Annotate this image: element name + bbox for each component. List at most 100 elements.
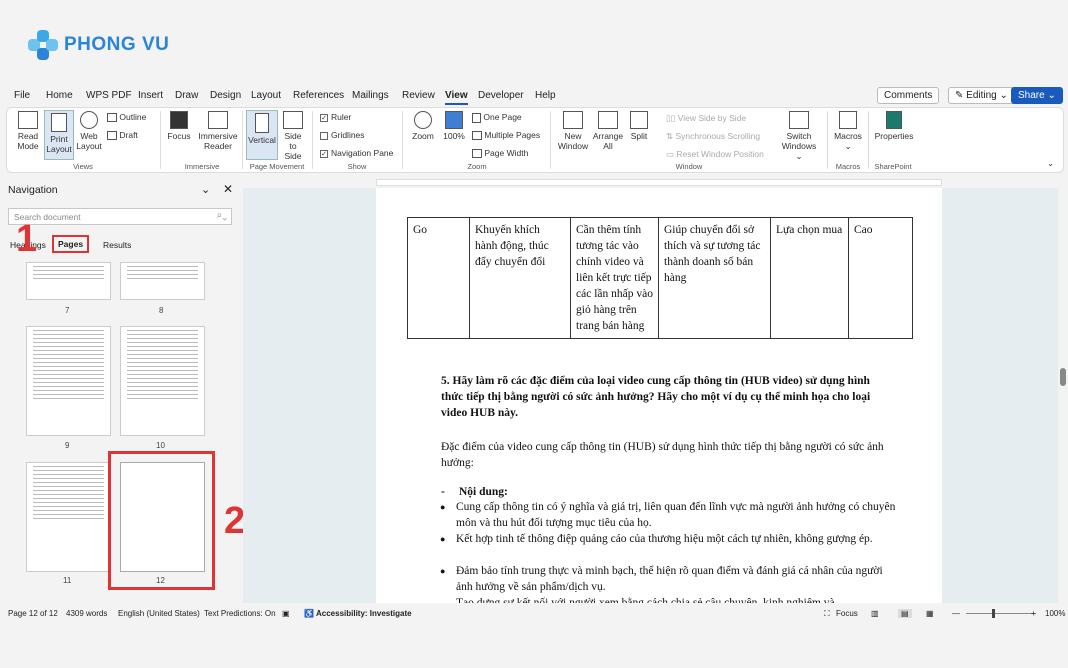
zoom-slider-thumb[interactable] (992, 609, 995, 618)
document-page[interactable]: Go Khuyến khích hành động, thúc đẩy chuy… (376, 188, 942, 603)
tab-developer[interactable]: Developer (478, 90, 524, 101)
bullet-item: Kết hợp tinh tế thông điệp quảng cáo của… (440, 531, 896, 547)
tab-mailings[interactable]: Mailings (352, 90, 389, 101)
draft-icon (107, 131, 117, 141)
accessibility-icon: ♿ (304, 609, 314, 618)
tab-home[interactable]: Home (46, 90, 73, 101)
focus-button[interactable]: Focus (165, 111, 193, 141)
search-input[interactable]: Search document ⌕⌄ (8, 208, 232, 225)
globe-icon (80, 111, 98, 129)
sync-scrolling-button[interactable]: ⇅ Synchronous Scrolling (666, 131, 760, 141)
search-icon[interactable]: ⌕⌄ (217, 210, 227, 221)
tab-review[interactable]: Review (402, 90, 435, 101)
ruler-checkbox[interactable]: ✓ Ruler (320, 112, 351, 122)
tab-design[interactable]: Design (210, 90, 241, 101)
zoom-100-button[interactable]: 100% (441, 111, 467, 141)
page-thumbnail-10[interactable] (120, 326, 205, 436)
tab-references[interactable]: References (293, 90, 344, 101)
multiple-pages-button[interactable]: Multiple Pages (472, 130, 540, 141)
zoom-level[interactable]: 100% (1045, 609, 1065, 618)
page-thumbnail-8[interactable] (120, 262, 205, 300)
outline-label: Outline (119, 112, 147, 122)
focus-icon (170, 111, 188, 129)
vertical-button[interactable]: Vertical (246, 110, 278, 160)
properties-button[interactable]: Properties (873, 111, 915, 141)
accessibility-status[interactable]: Accessibility: Investigate (316, 609, 412, 618)
read-mode-icon[interactable]: ▥ (871, 609, 879, 618)
editing-label: Editing (966, 90, 997, 101)
zoom-slider[interactable] (966, 613, 1036, 614)
print-layout-icon[interactable]: ▤ (898, 609, 912, 618)
horizontal-ruler[interactable] (243, 176, 1068, 188)
page-thumbnail-11[interactable] (26, 462, 111, 572)
tab-file[interactable]: File (14, 90, 30, 101)
draft-button[interactable]: Draft (107, 130, 138, 141)
content-heading: - Nội dung: (441, 484, 909, 500)
tab-wps-pdf[interactable]: WPS PDF (86, 90, 132, 101)
web-layout-button[interactable]: Web Layout (75, 111, 103, 151)
checkbox-unchecked-icon (320, 131, 328, 140)
view-side-by-side-button[interactable]: ▯▯ View Side by Side (666, 113, 746, 123)
page-thumbnail-9[interactable] (26, 326, 111, 436)
page-count[interactable]: Page 12 of 12 (8, 609, 58, 618)
new-window-button[interactable]: New Window (556, 111, 590, 151)
tab-results[interactable]: Results (103, 240, 131, 250)
zoom-out-icon[interactable]: — (952, 609, 960, 618)
tab-help[interactable]: Help (535, 90, 556, 101)
macro-record-icon[interactable]: ▣ (282, 609, 290, 618)
zoom-button[interactable]: Zoom (410, 111, 436, 141)
vertical-label: Vertical (248, 135, 276, 145)
print-layout-button[interactable]: Print Layout (44, 110, 74, 160)
switch-windows-icon (789, 111, 809, 129)
one-page-button[interactable]: One Page (472, 112, 522, 123)
read-mode-button[interactable]: Read Mode (14, 111, 42, 151)
outline-button[interactable]: Outline (107, 112, 147, 123)
reset-window-button[interactable]: ▭ Reset Window Position (666, 149, 764, 159)
reset-window-label: Reset Window Position (676, 149, 764, 159)
switch-windows-label: Switch Windows (781, 131, 817, 151)
arrange-all-icon (598, 111, 618, 129)
bottom-margin (0, 622, 1068, 668)
switch-windows-button[interactable]: Switch Windows ⌄ (778, 111, 820, 161)
tab-draw[interactable]: Draw (175, 90, 198, 101)
zoom-100-icon (445, 111, 463, 129)
page-number: 12 (156, 576, 165, 585)
text-predictions[interactable]: Text Predictions: On (204, 609, 276, 618)
zoom-in-icon[interactable]: + (1031, 609, 1036, 618)
share-button[interactable]: Share ⌄ (1011, 87, 1063, 104)
page-thumbnail-7[interactable] (26, 262, 111, 300)
macros-button[interactable]: Macros ⌄ (834, 111, 862, 151)
gridlines-checkbox[interactable]: Gridlines (320, 130, 365, 140)
scrollbar-thumb[interactable] (1060, 368, 1066, 386)
immersive-reader-button[interactable]: Immersive Reader (196, 111, 240, 151)
tab-view[interactable]: View (445, 90, 468, 105)
close-icon[interactable]: ✕ (223, 182, 233, 196)
brand-logo: PHONG VU (28, 30, 169, 60)
split-button[interactable]: Split (627, 111, 651, 141)
navigation-pane-checkbox[interactable]: ✓ Navigation Pane (320, 148, 393, 158)
macros-icon (839, 111, 857, 129)
collapse-ribbon-button[interactable]: ⌄ (1047, 158, 1054, 168)
vertical-scrollbar[interactable] (1058, 188, 1068, 603)
web-layout-icon[interactable]: ▦ (926, 609, 934, 618)
zoom-group-label: Zoom (467, 162, 487, 171)
tab-layout[interactable]: Layout (251, 90, 281, 101)
checkbox-checked-icon: ✓ (320, 113, 328, 122)
language[interactable]: English (United States) (118, 609, 200, 618)
highlight-box (108, 451, 215, 590)
word-count[interactable]: 4309 words (66, 609, 107, 618)
page-width-button[interactable]: Page Width (472, 148, 528, 159)
arrange-all-button[interactable]: Arrange All (591, 111, 625, 151)
tab-insert[interactable]: Insert (138, 90, 163, 101)
one-page-icon (472, 112, 481, 123)
chevron-down-icon: ⌄ (1047, 158, 1055, 168)
ruler-label: Ruler (331, 112, 352, 122)
comments-button[interactable]: Comments (877, 87, 940, 104)
tab-pages[interactable]: Pages (52, 235, 90, 253)
focus-mode-button[interactable]: Focus (836, 609, 858, 618)
chevron-down-icon[interactable]: ⌄ (201, 183, 210, 196)
window-group-label: Window (675, 162, 703, 171)
divider (160, 111, 161, 169)
editing-button[interactable]: ✎ Editing ⌄ (948, 87, 1015, 104)
side-to-side-button[interactable]: Side to Side (280, 111, 306, 161)
